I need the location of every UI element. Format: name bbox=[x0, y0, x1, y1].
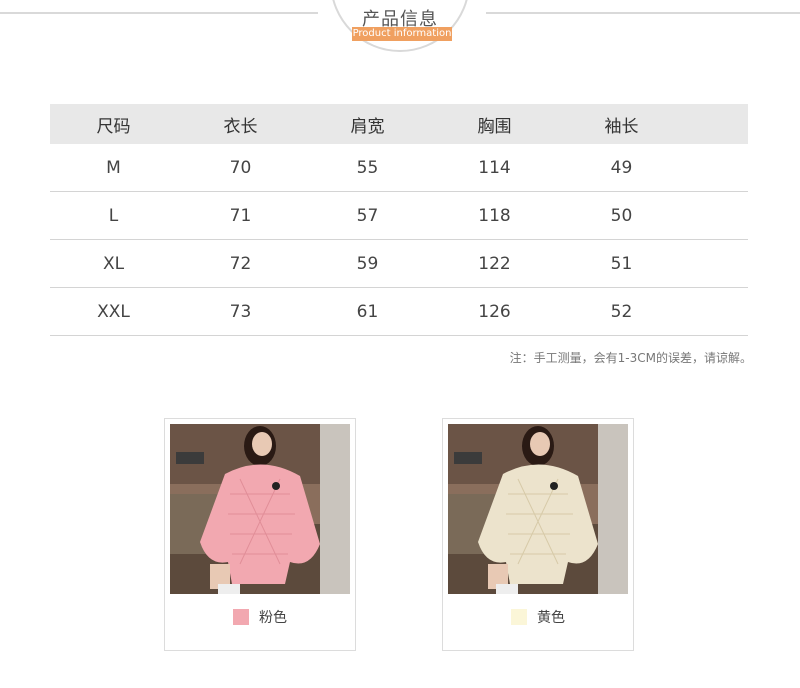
cell-size: XXL bbox=[97, 301, 130, 322]
color-name-pink: 粉色 bbox=[259, 610, 287, 626]
color-swatch-pink bbox=[233, 609, 249, 625]
cell-size: M bbox=[106, 157, 121, 178]
cell-length: 71 bbox=[229, 205, 252, 226]
cell-shoulder: 55 bbox=[356, 157, 379, 178]
cell-shoulder: 59 bbox=[356, 253, 379, 274]
product-caption-beige: 黄色 bbox=[443, 607, 633, 627]
cell-sleeve: 51 bbox=[610, 253, 633, 274]
cell-length: 72 bbox=[229, 253, 252, 274]
table-row: L 71 57 118 50 bbox=[50, 192, 748, 240]
color-name-beige: 黄色 bbox=[537, 610, 565, 626]
cell-size: XL bbox=[102, 253, 125, 274]
table-row: XXL 73 61 126 52 bbox=[50, 288, 748, 336]
cell-sleeve: 50 bbox=[610, 205, 633, 226]
product-photo-beige bbox=[448, 424, 628, 594]
cell-sleeve: 52 bbox=[610, 301, 633, 322]
cell-chest: 122 bbox=[478, 253, 511, 274]
color-swatch-beige bbox=[511, 609, 527, 625]
header-sleeve: 袖长 bbox=[604, 116, 639, 137]
product-caption-pink: 粉色 bbox=[165, 607, 355, 627]
table-row: M 70 55 114 49 bbox=[50, 144, 748, 192]
size-table: 尺码 衣长 肩宽 胸围 袖长 M 70 55 114 49 L 71 57 11… bbox=[50, 104, 748, 336]
header-shoulder: 肩宽 bbox=[350, 116, 385, 137]
header-size: 尺码 bbox=[96, 116, 131, 137]
cell-length: 70 bbox=[229, 157, 252, 178]
table-row: XL 72 59 122 51 bbox=[50, 240, 748, 288]
table-header: 尺码 衣长 肩宽 胸围 袖长 bbox=[50, 104, 748, 144]
cell-chest: 114 bbox=[478, 157, 511, 178]
measurement-note: 注：手工测量，会有1-3CM的误差，请谅解。 bbox=[509, 351, 752, 365]
page-subtitle: Product information bbox=[352, 27, 452, 41]
cell-size: L bbox=[108, 205, 119, 226]
cell-length: 73 bbox=[229, 301, 252, 322]
product-card-pink[interactable]: 粉色 bbox=[164, 418, 356, 651]
cell-sleeve: 49 bbox=[610, 157, 633, 178]
header-chest: 胸围 bbox=[477, 116, 512, 137]
product-photo-pink bbox=[170, 424, 350, 594]
cell-shoulder: 61 bbox=[356, 301, 379, 322]
cell-shoulder: 57 bbox=[356, 205, 379, 226]
cell-chest: 126 bbox=[478, 301, 511, 322]
header-length: 衣长 bbox=[223, 116, 258, 137]
product-card-beige[interactable]: 黄色 bbox=[442, 418, 634, 651]
cell-chest: 118 bbox=[478, 205, 511, 226]
